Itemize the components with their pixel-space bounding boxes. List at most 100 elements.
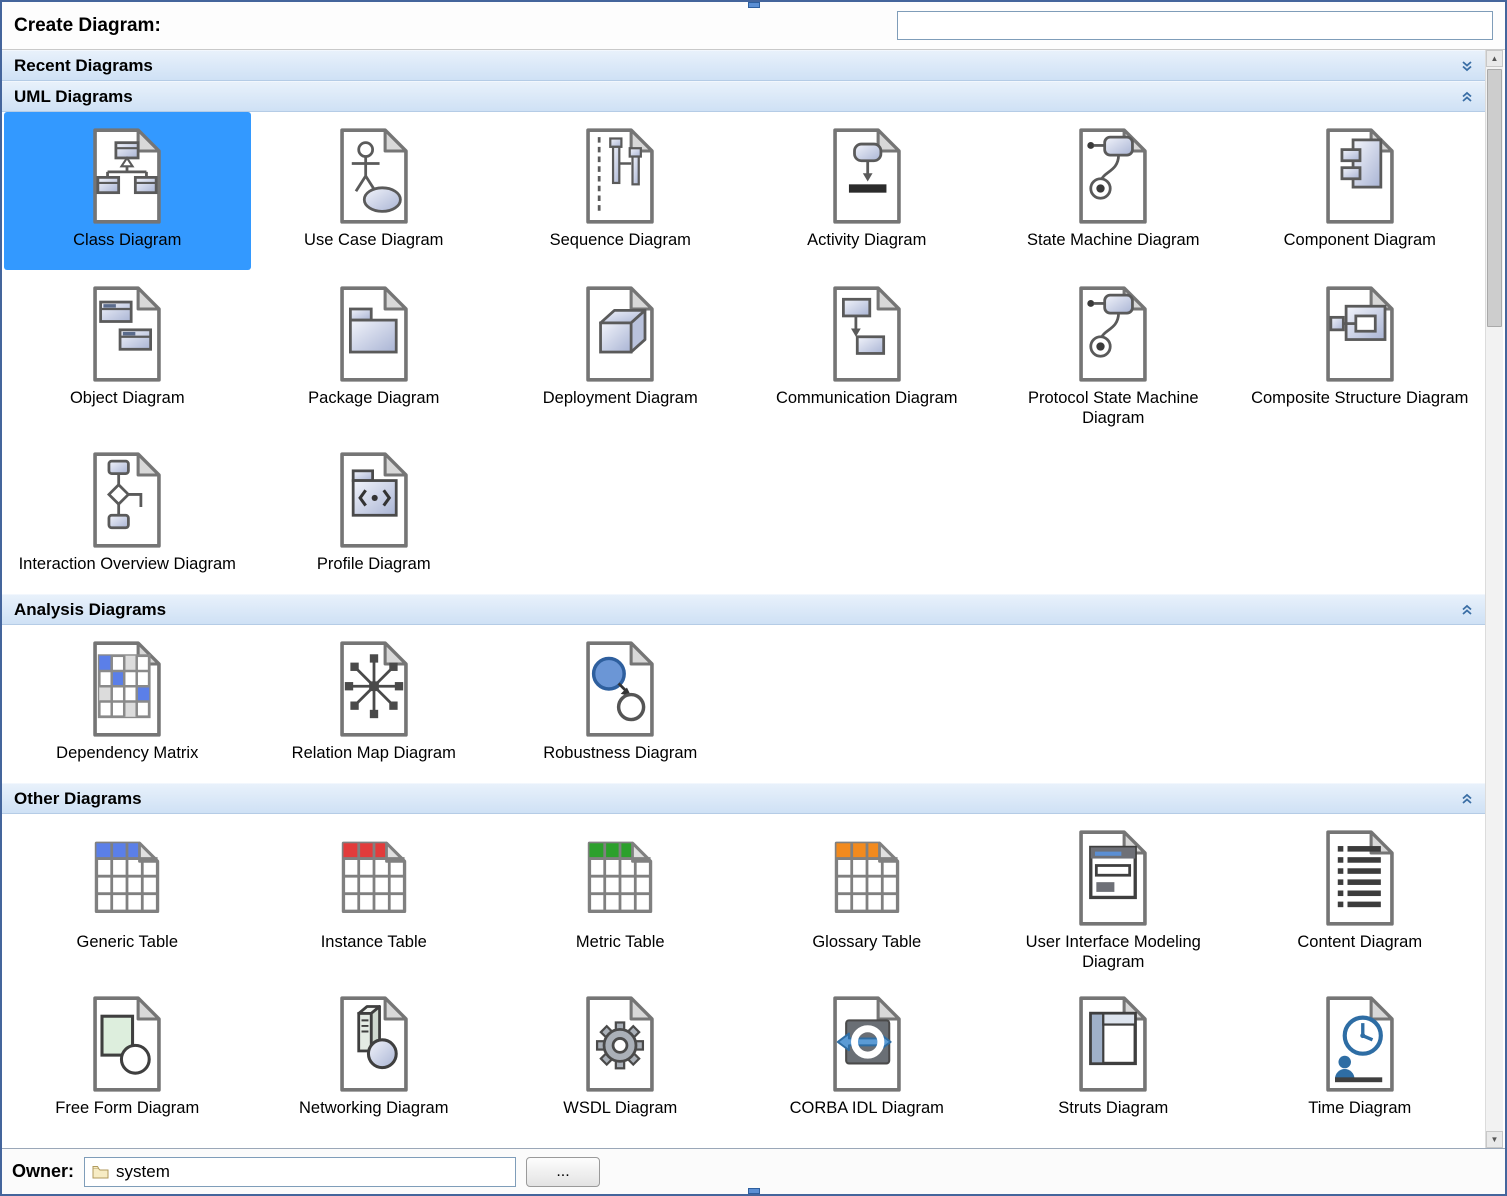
- diagram-item-label: Component Diagram: [1284, 230, 1436, 250]
- package-diagram-icon: [322, 284, 426, 384]
- diagram-item-state-machine-diagram[interactable]: State Machine Diagram: [990, 112, 1237, 270]
- diagram-item-label: Relation Map Diagram: [292, 743, 456, 763]
- metric-table-icon: [568, 828, 672, 928]
- diagram-item-label: Content Diagram: [1297, 932, 1422, 952]
- diagram-item-label: Networking Diagram: [299, 1098, 448, 1118]
- relation-map-diagram-icon: [322, 639, 426, 739]
- section-title: UML Diagrams: [14, 87, 133, 107]
- diagram-item-label: Composite Structure Diagram: [1251, 388, 1468, 408]
- dialog-title: Create Diagram:: [14, 15, 161, 37]
- communication-diagram-icon: [815, 284, 919, 384]
- collapse-chevron-icon[interactable]: [1459, 791, 1475, 807]
- diagram-item-struts-diagram[interactable]: Struts Diagram: [990, 980, 1237, 1138]
- robustness-diagram-icon: [568, 639, 672, 739]
- diagram-item-glossary-table[interactable]: Glossary Table: [744, 814, 991, 980]
- expand-chevron-icon[interactable]: [1459, 58, 1475, 74]
- diagram-item-label: Interaction Overview Diagram: [19, 554, 236, 574]
- diagram-item-label: Object Diagram: [70, 388, 185, 408]
- diagram-item-label: Glossary Table: [812, 932, 921, 952]
- diagram-item-label: Deployment Diagram: [543, 388, 698, 408]
- search-input[interactable]: [897, 11, 1493, 40]
- diagram-item-deployment-diagram[interactable]: Deployment Diagram: [497, 270, 744, 436]
- collapse-chevron-icon[interactable]: [1459, 89, 1475, 105]
- diagram-item-profile-diagram[interactable]: Profile Diagram: [251, 436, 498, 594]
- diagram-item-label: Free Form Diagram: [55, 1098, 199, 1118]
- diagram-item-user-interface-modeling-diagram[interactable]: User Interface Modeling Diagram: [990, 814, 1237, 980]
- diagram-item-dependency-matrix[interactable]: Dependency Matrix: [4, 625, 251, 783]
- diagram-item-label: Communication Diagram: [776, 388, 958, 408]
- diagram-item-networking-diagram[interactable]: Networking Diagram: [251, 980, 498, 1138]
- diagram-item-label: User Interface Modeling Diagram: [996, 932, 1231, 972]
- diagram-item-label: Protocol State Machine Diagram: [996, 388, 1231, 428]
- diagram-item-corba-idl-diagram[interactable]: CORBA IDL Diagram: [744, 980, 991, 1138]
- state-machine-diagram-icon: [1061, 126, 1165, 226]
- bottom-splitter-handle[interactable]: [748, 1188, 760, 1194]
- diagram-item-component-diagram[interactable]: Component Diagram: [1237, 112, 1484, 270]
- vertical-scrollbar[interactable]: ▲ ▼: [1485, 50, 1503, 1148]
- diagram-item-label: Package Diagram: [308, 388, 439, 408]
- section-header-analysis-diagrams[interactable]: Analysis Diagrams: [2, 594, 1485, 625]
- activity-diagram-icon: [815, 126, 919, 226]
- uml-diagrams-grid: Class Diagram Use Case Diagram: [2, 112, 1485, 594]
- diagram-item-content-diagram[interactable]: Content Diagram: [1237, 814, 1484, 980]
- deployment-diagram-icon: [568, 284, 672, 384]
- diagram-item-robustness-diagram[interactable]: Robustness Diagram: [497, 625, 744, 783]
- top-splitter-handle[interactable]: [748, 2, 760, 8]
- diagram-item-object-diagram[interactable]: Object Diagram: [4, 270, 251, 436]
- use-case-diagram-icon: [322, 126, 426, 226]
- diagram-item-composite-structure-diagram[interactable]: Composite Structure Diagram: [1237, 270, 1484, 436]
- diagram-item-wsdl-diagram[interactable]: WSDL Diagram: [497, 980, 744, 1138]
- diagram-item-protocol-state-machine-diagram[interactable]: Protocol State Machine Diagram: [990, 270, 1237, 436]
- section-header-other-diagrams[interactable]: Other Diagrams: [2, 783, 1485, 814]
- folder-icon: [92, 1165, 109, 1179]
- instance-table-icon: [322, 828, 426, 928]
- diagram-item-instance-table[interactable]: Instance Table: [251, 814, 498, 980]
- diagram-item-label: Instance Table: [321, 932, 427, 952]
- diagram-item-time-diagram[interactable]: Time Diagram: [1237, 980, 1484, 1138]
- diagram-item-sequence-diagram[interactable]: Sequence Diagram: [497, 112, 744, 270]
- component-diagram-icon: [1308, 126, 1412, 226]
- diagram-item-label: Metric Table: [576, 932, 665, 952]
- sequence-diagram-icon: [568, 126, 672, 226]
- diagram-item-metric-table[interactable]: Metric Table: [497, 814, 744, 980]
- class-diagram-icon: [75, 126, 179, 226]
- diagram-item-generic-table[interactable]: Generic Table: [4, 814, 251, 980]
- user-interface-modeling-diagram-icon: [1061, 828, 1165, 928]
- diagram-item-activity-diagram[interactable]: Activity Diagram: [744, 112, 991, 270]
- diagram-item-label: Class Diagram: [73, 230, 181, 250]
- diagram-item-label: Robustness Diagram: [543, 743, 697, 763]
- diagram-item-relation-map-diagram[interactable]: Relation Map Diagram: [251, 625, 498, 783]
- object-diagram-icon: [75, 284, 179, 384]
- scrollbar-thumb[interactable]: [1487, 69, 1502, 327]
- glossary-table-icon: [815, 828, 919, 928]
- scroll-down-icon[interactable]: ▼: [1486, 1131, 1503, 1148]
- diagram-item-class-diagram[interactable]: Class Diagram: [4, 112, 251, 270]
- content-diagram-icon: [1308, 828, 1412, 928]
- networking-diagram-icon: [322, 994, 426, 1094]
- owner-label: Owner:: [12, 1161, 74, 1182]
- composite-structure-diagram-icon: [1308, 284, 1412, 384]
- protocol-state-machine-diagram-icon: [1061, 284, 1165, 384]
- diagram-item-use-case-diagram[interactable]: Use Case Diagram: [251, 112, 498, 270]
- owner-field[interactable]: system: [84, 1157, 516, 1187]
- interaction-overview-diagram-icon: [75, 450, 179, 550]
- wsdl-diagram-icon: [568, 994, 672, 1094]
- diagram-item-communication-diagram[interactable]: Communication Diagram: [744, 270, 991, 436]
- dialog-header: Create Diagram:: [2, 2, 1505, 50]
- diagram-item-free-form-diagram[interactable]: Free Form Diagram: [4, 980, 251, 1138]
- browse-owner-button[interactable]: ...: [526, 1157, 600, 1187]
- diagram-item-package-diagram[interactable]: Package Diagram: [251, 270, 498, 436]
- section-header-uml-diagrams[interactable]: UML Diagrams: [2, 81, 1485, 112]
- scroll-up-icon[interactable]: ▲: [1486, 50, 1503, 67]
- other-diagrams-grid: Generic Table Instance Table M: [2, 814, 1485, 1138]
- struts-diagram-icon: [1061, 994, 1165, 1094]
- collapse-chevron-icon[interactable]: [1459, 602, 1475, 618]
- diagram-item-interaction-overview-diagram[interactable]: Interaction Overview Diagram: [4, 436, 251, 594]
- diagram-item-label: Dependency Matrix: [56, 743, 198, 763]
- diagram-item-label: CORBA IDL Diagram: [790, 1098, 944, 1118]
- section-title: Analysis Diagrams: [14, 600, 166, 620]
- section-header-recent-diagrams[interactable]: Recent Diagrams: [2, 50, 1485, 81]
- dependency-matrix-icon: [75, 639, 179, 739]
- diagram-item-label: Generic Table: [76, 932, 178, 952]
- diagram-item-label: Activity Diagram: [807, 230, 926, 250]
